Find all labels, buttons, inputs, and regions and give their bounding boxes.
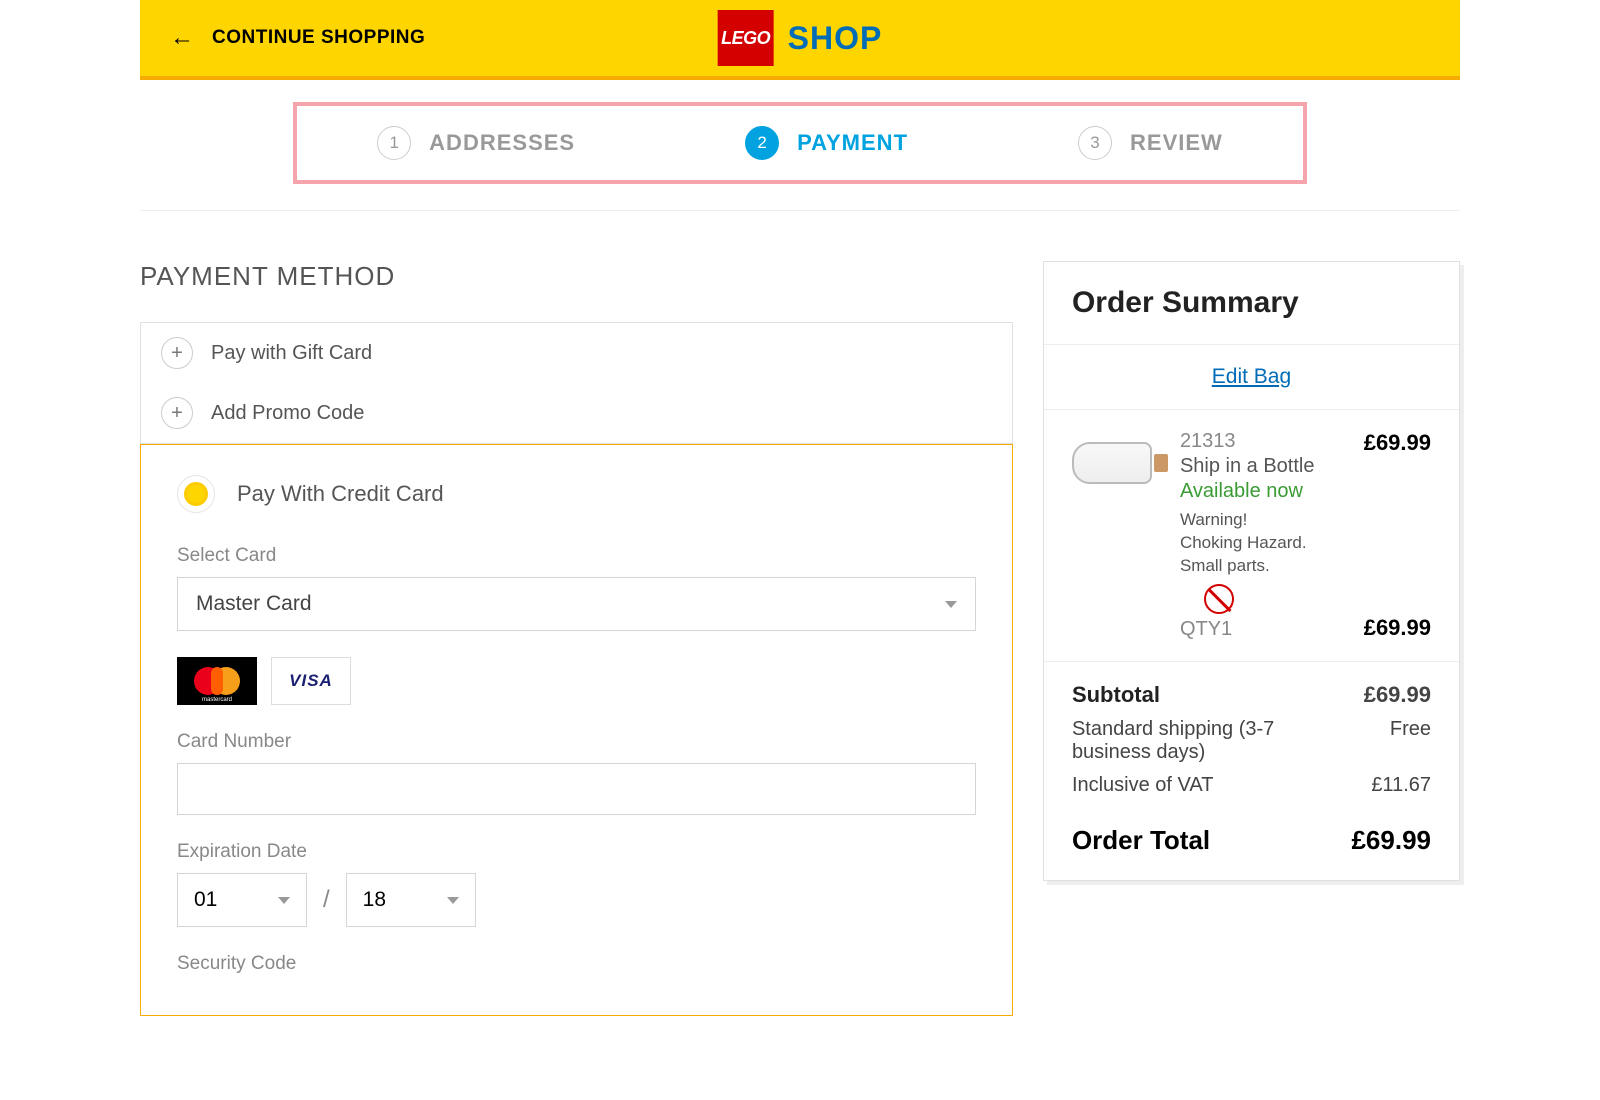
lego-logo-text: LEGO bbox=[721, 28, 770, 49]
gift-card-label: Pay with Gift Card bbox=[211, 342, 372, 365]
warning-line: Choking Hazard. bbox=[1180, 532, 1346, 555]
subtotal-value: £69.99 bbox=[1364, 682, 1431, 708]
exp-month-select[interactable]: 01 bbox=[177, 873, 307, 927]
payment-method-heading: PAYMENT METHOD bbox=[140, 261, 1013, 292]
step-addresses[interactable]: 1 ADDRESSES bbox=[377, 126, 575, 160]
select-card-label: Select Card bbox=[177, 545, 976, 567]
shipping-label: Standard shipping (3-7 business days) bbox=[1072, 718, 1292, 764]
vat-label: Inclusive of VAT bbox=[1072, 774, 1214, 797]
expiration-label: Expiration Date bbox=[177, 841, 976, 863]
plus-icon: + bbox=[161, 397, 193, 429]
brand-block: LEGO SHOP bbox=[718, 10, 883, 66]
card-type-value: Master Card bbox=[196, 592, 312, 616]
item-line-price: £69.99 bbox=[1364, 615, 1431, 641]
choking-hazard-icon bbox=[1204, 584, 1234, 614]
chevron-down-icon bbox=[945, 601, 957, 608]
step-label-review: REVIEW bbox=[1130, 130, 1223, 156]
step-label-payment: PAYMENT bbox=[797, 130, 908, 156]
order-total-label: Order Total bbox=[1072, 825, 1210, 856]
visa-logo[interactable]: VISA bbox=[271, 657, 351, 705]
item-unit-price: £69.99 bbox=[1364, 430, 1431, 456]
step-num-3: 3 bbox=[1078, 126, 1112, 160]
shipping-value: Free bbox=[1390, 718, 1431, 741]
payment-options-panel: + Pay with Gift Card + Add Promo Code bbox=[140, 322, 1013, 444]
card-number-label: Card Number bbox=[177, 731, 976, 753]
item-sku: 21313 bbox=[1180, 430, 1346, 453]
warning-line: Warning! bbox=[1180, 509, 1346, 532]
promo-code-row[interactable]: + Add Promo Code bbox=[141, 383, 1012, 443]
continue-shopping-link[interactable]: CONTINUE SHOPPING bbox=[212, 27, 425, 49]
back-arrow-icon[interactable]: ← bbox=[170, 24, 194, 52]
warning-line: Small parts. bbox=[1180, 555, 1346, 578]
exp-month-value: 01 bbox=[194, 888, 217, 912]
card-number-input[interactable] bbox=[177, 763, 976, 815]
item-name: Ship in a Bottle bbox=[1180, 455, 1346, 478]
chevron-down-icon bbox=[447, 897, 459, 904]
subtotal-label: Subtotal bbox=[1072, 682, 1160, 708]
step-review[interactable]: 3 REVIEW bbox=[1078, 126, 1223, 160]
credit-card-section: Pay With Credit Card Select Card Master … bbox=[140, 444, 1013, 1016]
exp-year-select[interactable]: 18 bbox=[346, 873, 476, 927]
cart-item-row: 21313 Ship in a Bottle Available now War… bbox=[1044, 410, 1459, 662]
promo-code-label: Add Promo Code bbox=[211, 402, 364, 425]
step-payment[interactable]: 2 PAYMENT bbox=[745, 126, 908, 160]
credit-card-radio[interactable] bbox=[177, 475, 215, 513]
vat-value: £11.67 bbox=[1371, 774, 1431, 797]
gift-card-row[interactable]: + Pay with Gift Card bbox=[141, 323, 1012, 383]
order-total-value: £69.99 bbox=[1351, 825, 1431, 856]
credit-card-label: Pay With Credit Card bbox=[237, 481, 444, 507]
separator: / bbox=[323, 886, 330, 914]
order-summary-title: Order Summary bbox=[1072, 286, 1431, 320]
item-qty: QTY1 bbox=[1180, 618, 1346, 641]
order-summary-panel: Order Summary Edit Bag 21313 Ship in a B… bbox=[1043, 261, 1460, 881]
product-thumbnail bbox=[1072, 436, 1162, 492]
checkout-steps-wrapper: 1 ADDRESSES 2 PAYMENT 3 REVIEW bbox=[140, 80, 1460, 211]
exp-year-value: 18 bbox=[363, 888, 386, 912]
radio-dot-icon bbox=[184, 482, 208, 506]
shop-wordmark: SHOP bbox=[788, 20, 883, 57]
mastercard-logo[interactable]: mastercard bbox=[177, 657, 257, 705]
lego-logo[interactable]: LEGO bbox=[718, 10, 774, 66]
chevron-down-icon bbox=[278, 897, 290, 904]
card-type-select[interactable]: Master Card bbox=[177, 577, 976, 631]
item-availability: Available now bbox=[1180, 480, 1346, 503]
plus-icon: + bbox=[161, 337, 193, 369]
step-label-addresses: ADDRESSES bbox=[429, 130, 575, 156]
security-code-label: Security Code bbox=[177, 953, 976, 975]
checkout-steps: 1 ADDRESSES 2 PAYMENT 3 REVIEW bbox=[293, 102, 1307, 184]
step-num-2: 2 bbox=[745, 126, 779, 160]
header-bar: ← CONTINUE SHOPPING LEGO SHOP bbox=[140, 0, 1460, 80]
edit-bag-link[interactable]: Edit Bag bbox=[1212, 365, 1291, 388]
step-num-1: 1 bbox=[377, 126, 411, 160]
